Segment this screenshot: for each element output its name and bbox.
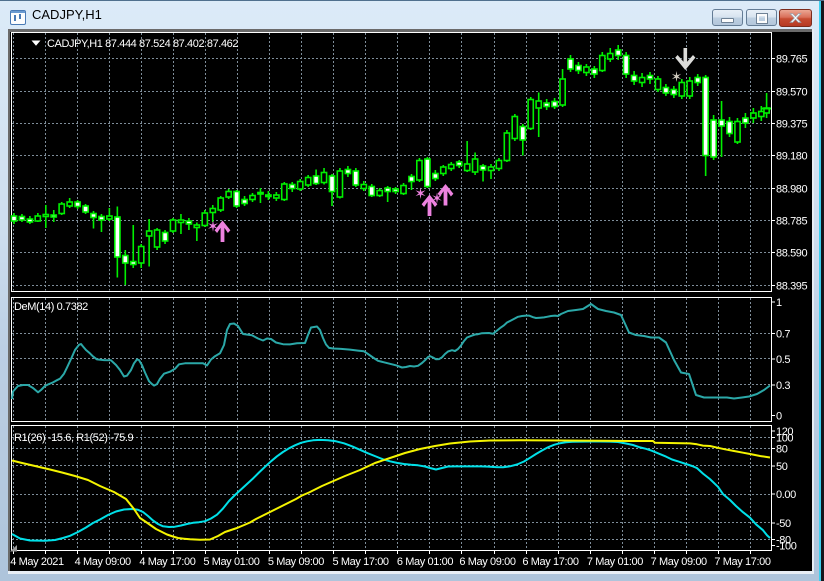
svg-text:1: 1 bbox=[776, 297, 782, 309]
svg-text:R1(26) -15.6, R1(52) -75.9: R1(26) -15.6, R1(52) -75.9 bbox=[14, 432, 133, 444]
svg-text:0.7: 0.7 bbox=[776, 329, 790, 341]
svg-text:6 May 09:00: 6 May 09:00 bbox=[459, 556, 515, 568]
svg-text:5 May 17:00: 5 May 17:00 bbox=[333, 556, 389, 568]
svg-text:50: 50 bbox=[776, 461, 788, 473]
svg-text:6 May 01:00: 6 May 01:00 bbox=[397, 556, 453, 568]
svg-text:88.785: 88.785 bbox=[776, 216, 808, 228]
svg-text:0.5: 0.5 bbox=[776, 354, 790, 366]
svg-text:0.3: 0.3 bbox=[776, 380, 790, 392]
svg-text:88.590: 88.590 bbox=[776, 248, 808, 260]
svg-text:5 May 01:00: 5 May 01:00 bbox=[203, 556, 259, 568]
svg-text:88.395: 88.395 bbox=[776, 281, 808, 293]
svg-text:7 May 09:00: 7 May 09:00 bbox=[651, 556, 707, 568]
svg-text:4 May 09:00: 4 May 09:00 bbox=[75, 556, 131, 568]
svg-text:89.570: 89.570 bbox=[776, 87, 808, 99]
svg-text:5 May 09:00: 5 May 09:00 bbox=[268, 556, 324, 568]
svg-text:-50: -50 bbox=[776, 518, 791, 530]
svg-text:80: 80 bbox=[776, 444, 788, 456]
svg-text:7 May 17:00: 7 May 17:00 bbox=[714, 556, 770, 568]
svg-text:89.375: 89.375 bbox=[776, 119, 808, 131]
svg-text:0.00: 0.00 bbox=[776, 489, 796, 501]
svg-text:89.765: 89.765 bbox=[776, 54, 808, 66]
svg-text:CADJPY,H1 87.444 87.524 87.40: CADJPY,H1 87.444 87.524 87.402 87.462 bbox=[47, 38, 238, 50]
svg-text:7 May 01:00: 7 May 01:00 bbox=[587, 556, 643, 568]
svg-text:89.180: 89.180 bbox=[776, 151, 808, 163]
svg-text:DeM(14) 0.7382: DeM(14) 0.7382 bbox=[14, 301, 88, 313]
svg-text:4 May 2021: 4 May 2021 bbox=[10, 556, 64, 568]
svg-text:0: 0 bbox=[776, 411, 782, 423]
svg-text:-100: -100 bbox=[776, 541, 797, 553]
svg-text:4 May 17:00: 4 May 17:00 bbox=[139, 556, 195, 568]
svg-text:88.980: 88.980 bbox=[776, 184, 808, 196]
svg-text:6 May 17:00: 6 May 17:00 bbox=[522, 556, 578, 568]
